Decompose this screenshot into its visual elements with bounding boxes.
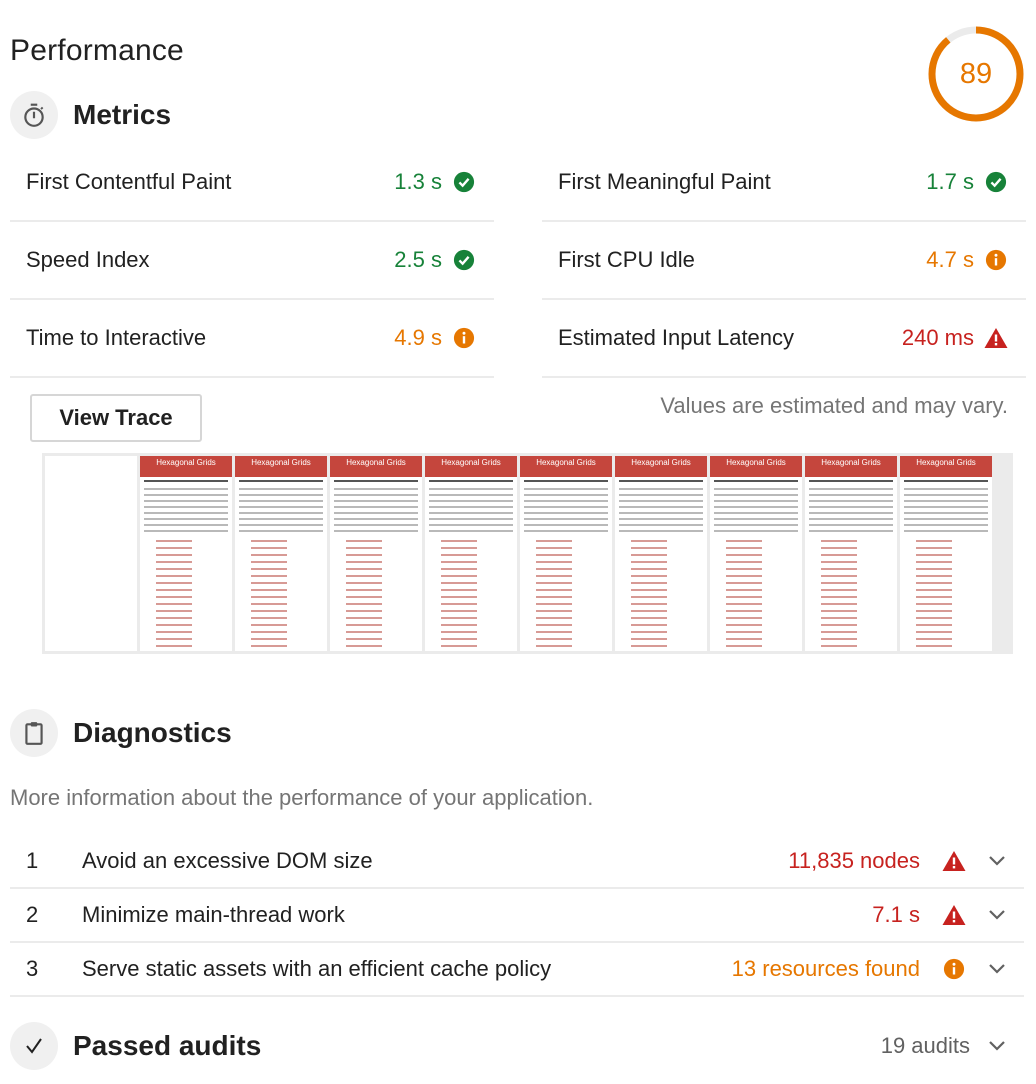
checkmark-icon [10,1022,58,1070]
frame-page-header: Hexagonal Grids [520,456,612,477]
frame-page-header: Hexagonal Grids [330,456,422,477]
chevron-down-icon[interactable] [984,902,1010,928]
diagnostic-index: 1 [26,848,39,873]
fail-warning-icon [942,903,966,927]
metric-time-to-interactive: Time to Interactive 4.9 s [10,300,494,378]
diagnostics-title: Diagnostics [73,717,232,748]
score-gauge: 89 [928,26,1024,122]
diagnostics-header: Diagnostics [10,709,232,757]
passed-audits-group[interactable]: Passed audits 19 audits [10,1022,1024,1070]
frame-page-header: Hexagonal Grids [900,456,992,477]
chevron-down-icon[interactable] [984,848,1010,874]
filmstrip-frame: Hexagonal Grids [805,456,897,651]
filmstrip-frame: Hexagonal Grids [330,456,422,651]
filmstrip: Hexagonal Grids Hexagonal Grids Hexagona… [42,453,1013,654]
diagnostics-description: More information about the performance o… [10,785,594,810]
metric-label: Speed Index [26,247,150,272]
fail-warning-icon [984,326,1008,350]
diagnostic-item-dom-size[interactable]: 1 Avoid an excessive DOM size 11,835 nod… [10,835,1024,889]
frame-page-header: Hexagonal Grids [425,456,517,477]
filmstrip-frame: Hexagonal Grids [900,456,992,651]
metrics-header: Metrics [10,91,171,139]
diagnostic-value: 11,835 nodes [788,848,920,873]
passed-audits-count: 19 audits [880,1033,970,1058]
chevron-down-icon[interactable] [984,956,1010,982]
pass-check-icon [452,170,476,194]
filmstrip-frame: Hexagonal Grids [140,456,232,651]
filmstrip-frame: Hexagonal Grids [235,456,327,651]
metric-label: Time to Interactive [26,325,207,350]
metric-value: 4.7 s [926,247,974,272]
diagnostic-title: Avoid an excessive DOM size [82,848,373,873]
metric-label: First Contentful Paint [26,169,232,194]
metric-first-cpu-idle: First CPU Idle 4.7 s [542,222,1026,300]
frame-page-header: Hexagonal Grids [140,456,232,477]
metric-value: 4.9 s [394,325,442,350]
average-info-icon [942,957,966,981]
diagnostic-item-cache-policy[interactable]: 3 Serve static assets with an efficient … [10,943,1024,997]
filmstrip-frame [45,456,137,651]
diagnostic-title: Minimize main-thread work [82,902,345,927]
diagnostic-index: 3 [26,956,39,981]
metric-estimated-input-latency: Estimated Input Latency 240 ms [542,300,1026,378]
filmstrip-frame: Hexagonal Grids [425,456,517,651]
metric-first-contentful-paint: First Contentful Paint 1.3 s [10,144,494,222]
average-info-icon [452,326,476,350]
metrics-column-right: First Meaningful Paint 1.7 s First CPU I… [542,144,1026,378]
chevron-down-icon[interactable] [984,1033,1010,1059]
average-info-icon [984,248,1008,272]
score-value: 89 [959,57,993,90]
fail-warning-icon [942,849,966,873]
metric-label: First CPU Idle [558,247,695,272]
metric-value: 1.7 s [926,169,974,194]
clipboard-icon [10,709,58,757]
diagnostic-item-main-thread-work[interactable]: 2 Minimize main-thread work 7.1 s [10,889,1024,943]
diagnostic-value: 7.1 s [872,902,920,927]
frame-page-header: Hexagonal Grids [805,456,897,477]
metrics-column-left: First Contentful Paint 1.3 s Speed Index… [10,144,494,378]
frame-page-header: Hexagonal Grids [710,456,802,477]
pass-check-icon [984,170,1008,194]
metric-speed-index: Speed Index 2.5 s [10,222,494,300]
metric-label: First Meaningful Paint [558,169,771,194]
diagnostics-list: 1 Avoid an excessive DOM size 11,835 nod… [10,835,1024,997]
passed-audits-title: Passed audits [73,1030,262,1061]
metric-label: Estimated Input Latency [558,325,795,350]
frame-page-header: Hexagonal Grids [235,456,327,477]
view-trace-button[interactable]: View Trace [30,394,202,442]
metric-value: 2.5 s [394,247,442,272]
diagnostic-value: 13 resources found [731,956,920,981]
pass-check-icon [452,248,476,272]
category-title: Performance [10,34,184,67]
metrics-title: Metrics [73,99,172,130]
frame-page-header: Hexagonal Grids [615,456,707,477]
metrics-disclaimer: Values are estimated and may vary. [660,393,1008,418]
metric-value: 1.3 s [394,169,442,194]
stopwatch-icon [10,91,58,139]
filmstrip-frame: Hexagonal Grids [615,456,707,651]
filmstrip-frame: Hexagonal Grids [520,456,612,651]
filmstrip-frame: Hexagonal Grids [710,456,802,651]
metric-value: 240 ms [901,325,974,350]
metric-first-meaningful-paint: First Meaningful Paint 1.7 s [542,144,1026,222]
diagnostic-index: 2 [26,902,39,927]
diagnostic-title: Serve static assets with an efficient ca… [82,956,552,981]
